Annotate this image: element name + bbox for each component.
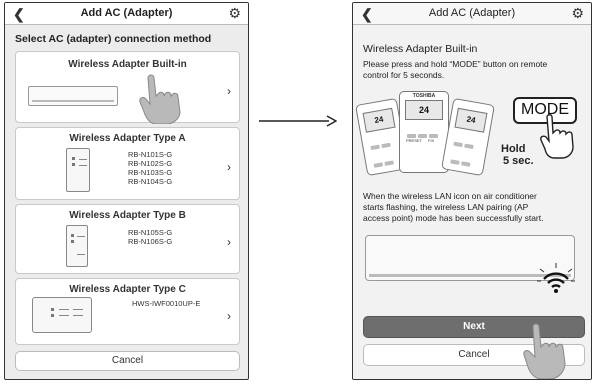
card-title: Wireless Adapter Built-in (68, 59, 187, 70)
model-name: RB-N104S-G (128, 177, 173, 186)
adapter-type-b-image (66, 225, 88, 267)
hold-label: Hold (501, 143, 526, 155)
method-heading: Wireless Adapter Built-in (363, 43, 478, 55)
model-name: RB-N106S-G (128, 237, 173, 246)
hold-duration: 5 sec. (503, 155, 534, 167)
right-phone-screen: ❮ Add AC (Adapter) ⚙ Wireless Adapter Bu… (352, 2, 592, 380)
model-name: RB-N103S-G (128, 168, 173, 177)
card-wireless-adapter-type-c[interactable]: Wireless Adapter Type C HWS-IWF0010UP-E … (15, 278, 240, 345)
chevron-right-icon[interactable]: › (227, 84, 231, 98)
cancel-button[interactable]: Cancel (15, 351, 240, 371)
top-bar: ❮ Add AC (Adapter) ⚙ (353, 3, 591, 25)
remote-display: 24 (405, 100, 443, 120)
remote-key-fix: FIX (428, 138, 435, 143)
left-phone-screen: ❮ Add AC (Adapter) ⚙ Select AC (adapter)… (4, 2, 249, 380)
top-bar: ❮ Add AC (Adapter) ⚙ (5, 3, 248, 25)
chevron-right-icon[interactable]: › (227, 235, 231, 249)
instruction-line: control for 5 seconds. (363, 70, 445, 80)
pointing-hand-icon (139, 74, 181, 124)
adapter-type-a-image (66, 148, 90, 192)
arrow-right-icon (259, 115, 337, 127)
result-line: starts flashing, the wireless LAN pairin… (363, 202, 529, 212)
pointing-hand-icon (523, 323, 566, 379)
card-title: Wireless Adapter Type B (69, 210, 186, 221)
remote-display: 24 (454, 107, 488, 133)
model-list: RB-N105S-G RB-N106S-G (128, 228, 172, 246)
gear-icon[interactable]: ⚙ (571, 5, 584, 22)
remote-brand: TOSHIBA (412, 93, 436, 99)
card-title: Wireless Adapter Type C (69, 284, 186, 295)
model-name: HWS-IWF0010UP-E (132, 299, 201, 308)
model-list: HWS-IWF0010UP-E (132, 299, 200, 308)
gear-icon[interactable]: ⚙ (228, 5, 241, 22)
result-text: When the wireless LAN icon on air condit… (363, 191, 543, 224)
section-title: Select AC (adapter) connection method (15, 33, 212, 45)
page-title: Add AC (Adapter) (428, 7, 516, 19)
remote-key-preset: PRESET (406, 138, 423, 143)
card-title: Wireless Adapter Type A (69, 133, 186, 144)
chevron-right-icon[interactable]: › (227, 309, 231, 323)
result-line: access point) mode has been successfully… (363, 213, 544, 223)
model-name: RB-N101S-G (128, 150, 173, 159)
adapter-type-c-image (32, 297, 92, 333)
page-title: Add AC (Adapter) (80, 7, 173, 19)
model-name: RB-N105S-G (128, 228, 173, 237)
card-wireless-adapter-built-in[interactable]: Wireless Adapter Built-in › (15, 51, 240, 124)
remote-display: 24 (362, 107, 396, 133)
pointing-hand-icon (540, 114, 574, 159)
remote-control-right: 24 (441, 97, 495, 177)
model-list: RB-N101S-G RB-N102S-G RB-N103S-G RB-N104… (128, 150, 172, 186)
instruction-text: Please press and hold “MODE” button on r… (363, 59, 547, 81)
model-name: RB-N102S-G (128, 159, 173, 168)
instruction-line: Please press and hold “MODE” button on r… (363, 59, 548, 69)
card-wireless-adapter-type-b[interactable]: Wireless Adapter Type B RB-N105S-G RB-N1… (15, 204, 240, 274)
card-wireless-adapter-type-a[interactable]: Wireless Adapter Type A RB-N101S-G RB-N1… (15, 127, 240, 200)
wifi-icon (537, 263, 575, 293)
air-conditioner-image (28, 86, 118, 106)
chevron-right-icon[interactable]: › (227, 160, 231, 174)
hold-instruction: Hold 5 sec. (501, 143, 534, 167)
result-line: When the wireless LAN icon on air condit… (363, 191, 537, 201)
